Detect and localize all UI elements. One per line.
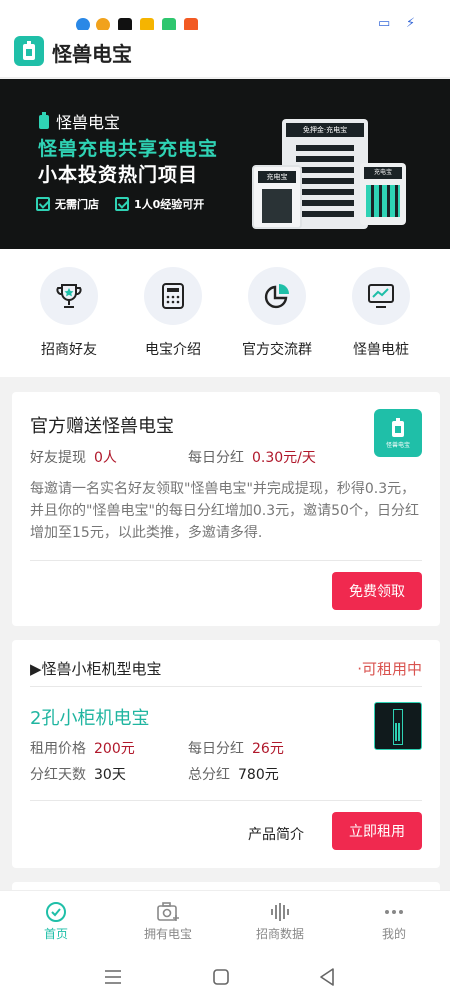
quicknav-invite[interactable]: 招商好友 (14, 267, 124, 359)
monitor-chart-icon (368, 284, 394, 308)
battery-icon (39, 112, 49, 129)
app-logo (14, 36, 44, 66)
daily-bonus-value: 0.30元/天 (252, 450, 316, 466)
price-stat: 租用价格 200元 (30, 741, 135, 757)
product-name[interactable]: 2孔小柜机电宝 (30, 704, 149, 730)
quicknav-label: 招商好友 (41, 342, 97, 358)
gift-card-description: 每邀请一名实名好友领取"怪兽电宝"并完成提现，秒得0.3元，并且你的"怪兽电宝"… (30, 481, 419, 541)
charging-icon: ⚡ (406, 16, 416, 31)
tab-data[interactable]: 招商数据 (224, 899, 336, 942)
banner-subheadline: 小本投资热门项目 (38, 164, 199, 186)
banner-brand-text: 怪兽电宝 (56, 113, 121, 132)
banner-headline: 怪兽充电共享充电宝 (38, 138, 219, 160)
quicknav-label: 官方交流群 (242, 342, 312, 358)
back-icon[interactable] (318, 967, 336, 987)
daily-bonus-stat: 每日分红 0.30元/天 (188, 450, 316, 466)
home-check-icon (46, 902, 66, 922)
quicknav-group[interactable]: 官方交流群 (222, 267, 332, 359)
product-thumbnail[interactable] (374, 702, 422, 750)
withdraw-value: 0人 (94, 450, 117, 466)
days-value: 30天 (94, 767, 126, 783)
divider (30, 560, 422, 561)
app-header: 怪兽电宝 (0, 30, 450, 78)
quicknav-intro[interactable]: 电宝介绍 (118, 267, 228, 359)
cabinet-illustration: 充电宝 (252, 165, 302, 229)
total-bonus-stat: 总分红 780元 (188, 767, 279, 783)
gift-card-logo: 怪兽电宝 (374, 409, 422, 457)
withdraw-stat: 好友提现 0人 (30, 450, 117, 466)
total-bonus-value: 780元 (238, 767, 279, 783)
app-title: 怪兽电宝 (52, 42, 132, 66)
cabinet-illustration: 充电宝 (360, 163, 406, 225)
menu-icon[interactable] (104, 969, 122, 985)
calculator-icon (162, 283, 184, 309)
daily-bonus-stat: 每日分红 26元 (188, 741, 284, 757)
pie-chart-icon (264, 284, 289, 309)
tab-owned[interactable]: 拥有电宝 (112, 899, 224, 942)
price-value: 200元 (94, 741, 135, 757)
system-nav-bar (0, 952, 450, 1005)
bottom-tab-bar: 首页 拥有电宝 招商数据 我的 (0, 890, 450, 952)
banner-brand: 怪兽电宝 (38, 109, 120, 133)
product-section-title: ▶怪兽小柜机型电宝 (30, 660, 162, 678)
checkbox-icon (36, 197, 50, 211)
gift-card: 官方赠送怪兽电宝 怪兽电宝 好友提现 0人 每日分红 0.30元/天 每邀请一名实名… (12, 392, 440, 626)
tab-mine[interactable]: 我的 (338, 899, 450, 942)
trophy-icon (56, 284, 82, 308)
tab-label: 拥有电宝 (143, 927, 192, 941)
tab-label: 我的 (381, 927, 406, 941)
banner-tag: 1人0经验可开 (115, 196, 204, 212)
promo-banner[interactable]: 怪兽电宝 怪兽充电共享充电宝 小本投资热门项目 无需门店 1人0经验可开 免押金… (0, 79, 450, 249)
quicknav-label: 电宝介绍 (145, 342, 201, 358)
tab-home[interactable]: 首页 (0, 899, 112, 942)
home-square-icon[interactable] (212, 968, 230, 986)
gift-card-title: 官方赠送怪兽电宝 (30, 416, 174, 437)
cabinet-label: 免押金·充电宝 (286, 123, 364, 137)
product-intro-link[interactable]: 产品简介 (248, 824, 304, 844)
rent-now-button[interactable]: 立即租用 (332, 812, 422, 850)
divider (30, 800, 422, 801)
sim-icon: ▭ (378, 16, 391, 31)
cabinet-label: 充电宝 (364, 167, 402, 179)
quicknav-pile[interactable]: 怪兽电桩 (326, 267, 436, 359)
days-stat: 分红天数 30天 (30, 767, 126, 783)
banner-tags: 无需门店 1人0经验可开 (36, 196, 204, 212)
status-bar: ▭ ⚡ (0, 0, 450, 34)
banner-tag: 无需门店 (36, 196, 99, 212)
camera-add-icon (157, 902, 179, 921)
product-card: ▶怪兽小柜机型电宝 ·可租用中 2孔小柜机电宝 租用价格 200元 每日分红 26元… (12, 640, 440, 868)
daily-bonus-value: 26元 (252, 741, 284, 757)
product-status: ·可租用中 (357, 660, 422, 678)
bars-icon (271, 903, 289, 921)
quick-nav: 招商好友 电宝介绍 官方交流群 怪兽电桩 (0, 249, 450, 377)
free-claim-button[interactable]: 免费领取 (332, 572, 422, 610)
cabinet-label: 充电宝 (258, 171, 296, 183)
tab-label: 招商数据 (255, 927, 304, 941)
more-dots-icon (385, 910, 403, 914)
tab-label: 首页 (43, 927, 68, 941)
quicknav-label: 怪兽电桩 (353, 342, 409, 358)
checkbox-icon (115, 197, 129, 211)
divider (30, 686, 422, 687)
